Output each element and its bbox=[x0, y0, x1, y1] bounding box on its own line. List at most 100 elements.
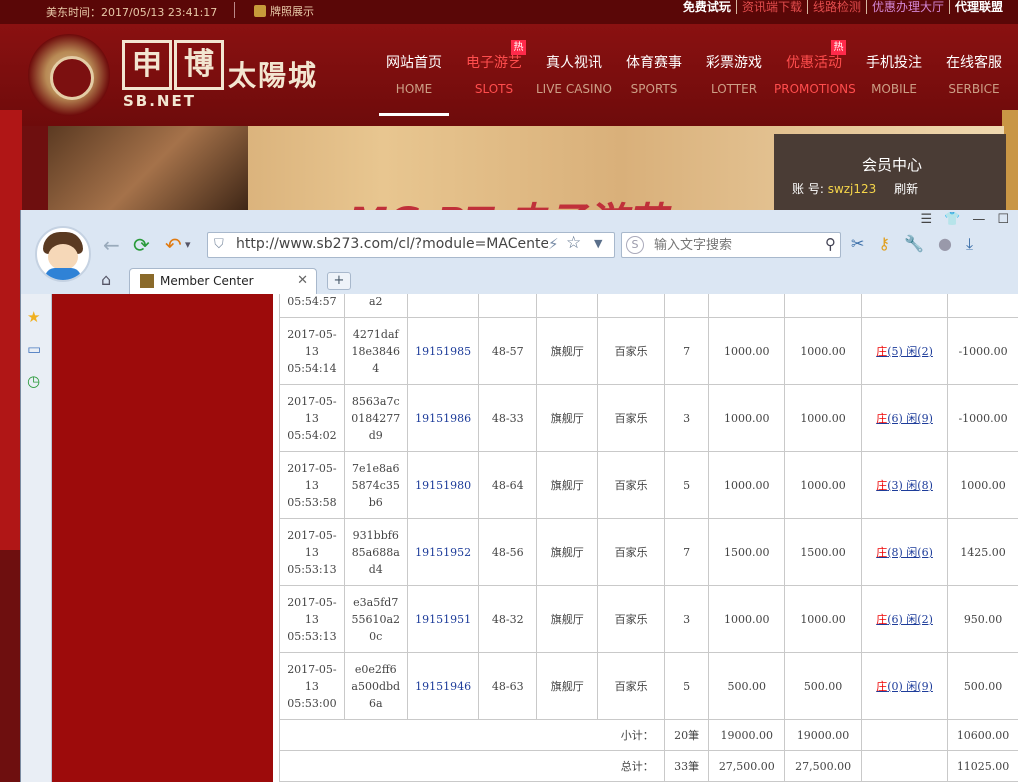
result-link[interactable]: 庄(0) 闲(9) bbox=[876, 680, 933, 693]
hall-name bbox=[536, 294, 599, 318]
round-number: 5 bbox=[663, 652, 710, 720]
nav-item-sports[interactable]: 体育赛事 SPORTS bbox=[614, 52, 694, 96]
favorites-star-icon[interactable]: ★ bbox=[27, 308, 40, 326]
more-icon[interactable]: ● bbox=[938, 234, 952, 254]
browser-sidebar: ★ ▭ ◷ bbox=[21, 294, 52, 782]
undo-icon[interactable]: ↶ bbox=[165, 232, 182, 258]
nav-item-mobile[interactable]: 手机投注 MOBILE bbox=[854, 52, 934, 96]
nav-label: 体育赛事 bbox=[626, 55, 682, 71]
address-dropdown-icon[interactable]: ▼ bbox=[594, 237, 602, 250]
history-clock-icon[interactable]: ◷ bbox=[27, 372, 40, 390]
account-line: 账 号: swzj123 刷新 bbox=[792, 180, 918, 197]
search-input[interactable] bbox=[652, 235, 806, 255]
nav-sublabel: SPORTS bbox=[630, 82, 678, 96]
logo-char-1: 申 bbox=[122, 40, 172, 90]
payout: 500.00 bbox=[947, 652, 1018, 720]
top-link[interactable]: 免费试玩 bbox=[678, 0, 736, 14]
undo-dropdown-icon[interactable]: ▾ bbox=[185, 232, 191, 258]
search-engine-icon[interactable]: S bbox=[626, 236, 644, 254]
refresh-link[interactable]: 刷新 bbox=[894, 182, 918, 196]
key-icon[interactable]: ⚷ bbox=[878, 234, 890, 254]
skin-icon[interactable]: 👕 bbox=[944, 212, 960, 227]
top-links: 免费试玩 资讯端下载 线路检测 优惠办理大厅 代理联盟 bbox=[678, 0, 1008, 14]
bet-hash: e0e2ff6 a500dbd 6a bbox=[343, 652, 408, 720]
game-number bbox=[406, 294, 480, 318]
game-result[interactable]: 庄(8) 闲(6) bbox=[860, 518, 949, 586]
nav-item-slots[interactable]: 电子游艺 SLOTS 热 bbox=[454, 40, 534, 96]
address-url[interactable]: http://www.sb273.com/cl/?module=MACenter… bbox=[236, 236, 548, 252]
nav-sublabel: PROMOTIONS bbox=[774, 82, 856, 96]
sun-emblem-logo bbox=[28, 34, 110, 116]
subtotal-bet: 19000.00 bbox=[708, 719, 786, 751]
game-result[interactable]: 庄(5) 闲(2) bbox=[860, 317, 949, 385]
result-link[interactable]: 庄(3) 闲(8) bbox=[876, 479, 933, 492]
hall-name: 旗舰厅 bbox=[536, 652, 599, 720]
round-number: 5 bbox=[663, 451, 710, 519]
game-result[interactable]: 庄(3) 闲(8) bbox=[860, 451, 949, 519]
nav-label: 电子游艺 bbox=[466, 55, 522, 71]
game-number: 19151952 bbox=[406, 518, 480, 586]
logo-name: 太陽城 bbox=[228, 59, 319, 92]
valid-amount: 1000.00 bbox=[784, 317, 862, 385]
close-tab-icon[interactable]: ✕ bbox=[297, 273, 308, 288]
game-result[interactable]: 庄(6) 闲(9) bbox=[860, 384, 949, 452]
site-header: 申 博 太陽城 SB.NET 网站首页 HOME 电子游艺 SLOTS 热真人视讯 LIV… bbox=[0, 24, 1018, 126]
table-code: 48-57 bbox=[478, 317, 538, 385]
menu-icon[interactable]: ☰ bbox=[921, 212, 933, 227]
hall-name: 旗舰厅 bbox=[536, 518, 599, 586]
game-result[interactable]: 庄(6) 闲(2) bbox=[860, 585, 949, 653]
search-icon[interactable]: ⚲ bbox=[825, 235, 836, 253]
game-name: 百家乐 bbox=[597, 652, 665, 720]
top-link[interactable]: 优惠办理大厅 bbox=[865, 0, 949, 14]
table-row: 2017-05- 13 05:54:14 4271daf 18e3846 4 1915198… bbox=[279, 317, 1018, 385]
minimize-icon[interactable]: — bbox=[972, 212, 985, 227]
table-code bbox=[478, 294, 538, 318]
result-link[interactable]: 庄(8) 闲(6) bbox=[876, 546, 933, 559]
new-tab-button[interactable]: + bbox=[327, 272, 351, 290]
round-number: 7 bbox=[663, 518, 710, 586]
tab-member-center[interactable]: Member Center ✕ bbox=[129, 268, 317, 295]
table-row: 2017-05- 13 05:53:13 931bbf6 85a688a d4 191519… bbox=[279, 518, 1018, 586]
top-link[interactable]: 资讯端下载 bbox=[735, 0, 807, 14]
scissors-icon[interactable]: ✂ bbox=[851, 234, 864, 254]
total-row: 总计： 33筆 27,500.00 27,500.00 11025.00 bbox=[279, 750, 1018, 782]
game-number: 19151985 bbox=[406, 317, 480, 385]
license-link[interactable]: 牌照展示 bbox=[254, 3, 314, 19]
table-code: 48-32 bbox=[478, 585, 538, 653]
nav-sublabel: LIVE CASINO bbox=[536, 82, 612, 96]
top-link[interactable]: 线路检测 bbox=[806, 0, 866, 14]
home-icon[interactable]: ⌂ bbox=[101, 270, 111, 289]
game-result[interactable] bbox=[860, 294, 949, 318]
game-name: 百家乐 bbox=[597, 518, 665, 586]
wrench-icon[interactable]: 🔧 bbox=[904, 234, 924, 254]
nav-item-serbice[interactable]: 在线客服 SERBICE bbox=[934, 52, 1014, 96]
nav-label: 优惠活动 bbox=[786, 55, 842, 71]
search-box[interactable]: S ⚲ bbox=[621, 232, 841, 258]
nav-item-live-casino[interactable]: 真人视讯 LIVE CASINO bbox=[534, 52, 614, 96]
favicon-icon bbox=[140, 274, 154, 288]
nav-item-lotter[interactable]: 彩票游戏 LOTTER bbox=[694, 52, 774, 96]
bookmark-star-icon[interactable]: ☆ bbox=[566, 233, 581, 253]
main-nav: 网站首页 HOME 电子游艺 SLOTS 热真人视讯 LIVE CASINO 体育赛事 SPO… bbox=[374, 40, 1014, 116]
download-icon[interactable]: ⤓ bbox=[966, 234, 973, 254]
back-icon[interactable]: ← bbox=[103, 232, 120, 258]
maximize-icon[interactable]: ☐ bbox=[997, 212, 1009, 227]
game-result[interactable]: 庄(0) 闲(9) bbox=[860, 652, 949, 720]
result-link[interactable]: 庄(5) 闲(2) bbox=[876, 345, 933, 358]
bet-amount: 500.00 bbox=[708, 652, 786, 720]
tab-bar: ⌂ Member Center ✕ + bbox=[21, 268, 1018, 295]
tablet-icon[interactable]: ▭ bbox=[27, 340, 41, 358]
lightning-icon[interactable]: ⚡ bbox=[548, 235, 559, 253]
nav-item-home[interactable]: 网站首页 HOME bbox=[374, 52, 454, 116]
divider bbox=[234, 2, 235, 18]
refresh-icon[interactable]: ⟳ bbox=[133, 232, 150, 258]
top-link[interactable]: 代理联盟 bbox=[948, 0, 1008, 14]
nav-item-promotions[interactable]: 优惠活动 PROMOTIONS 热 bbox=[774, 40, 856, 96]
table-row: 05:54:57 a2 bbox=[279, 294, 1018, 318]
left-promo-strip[interactable] bbox=[0, 110, 22, 550]
result-link[interactable]: 庄(6) 闲(9) bbox=[876, 412, 933, 425]
game-number: 19151946 bbox=[406, 652, 480, 720]
payout: 1000.00 bbox=[947, 451, 1018, 519]
address-bar[interactable]: ⛉ http://www.sb273.com/cl/?module=MACent… bbox=[207, 232, 615, 258]
result-link[interactable]: 庄(6) 闲(2) bbox=[876, 613, 933, 626]
